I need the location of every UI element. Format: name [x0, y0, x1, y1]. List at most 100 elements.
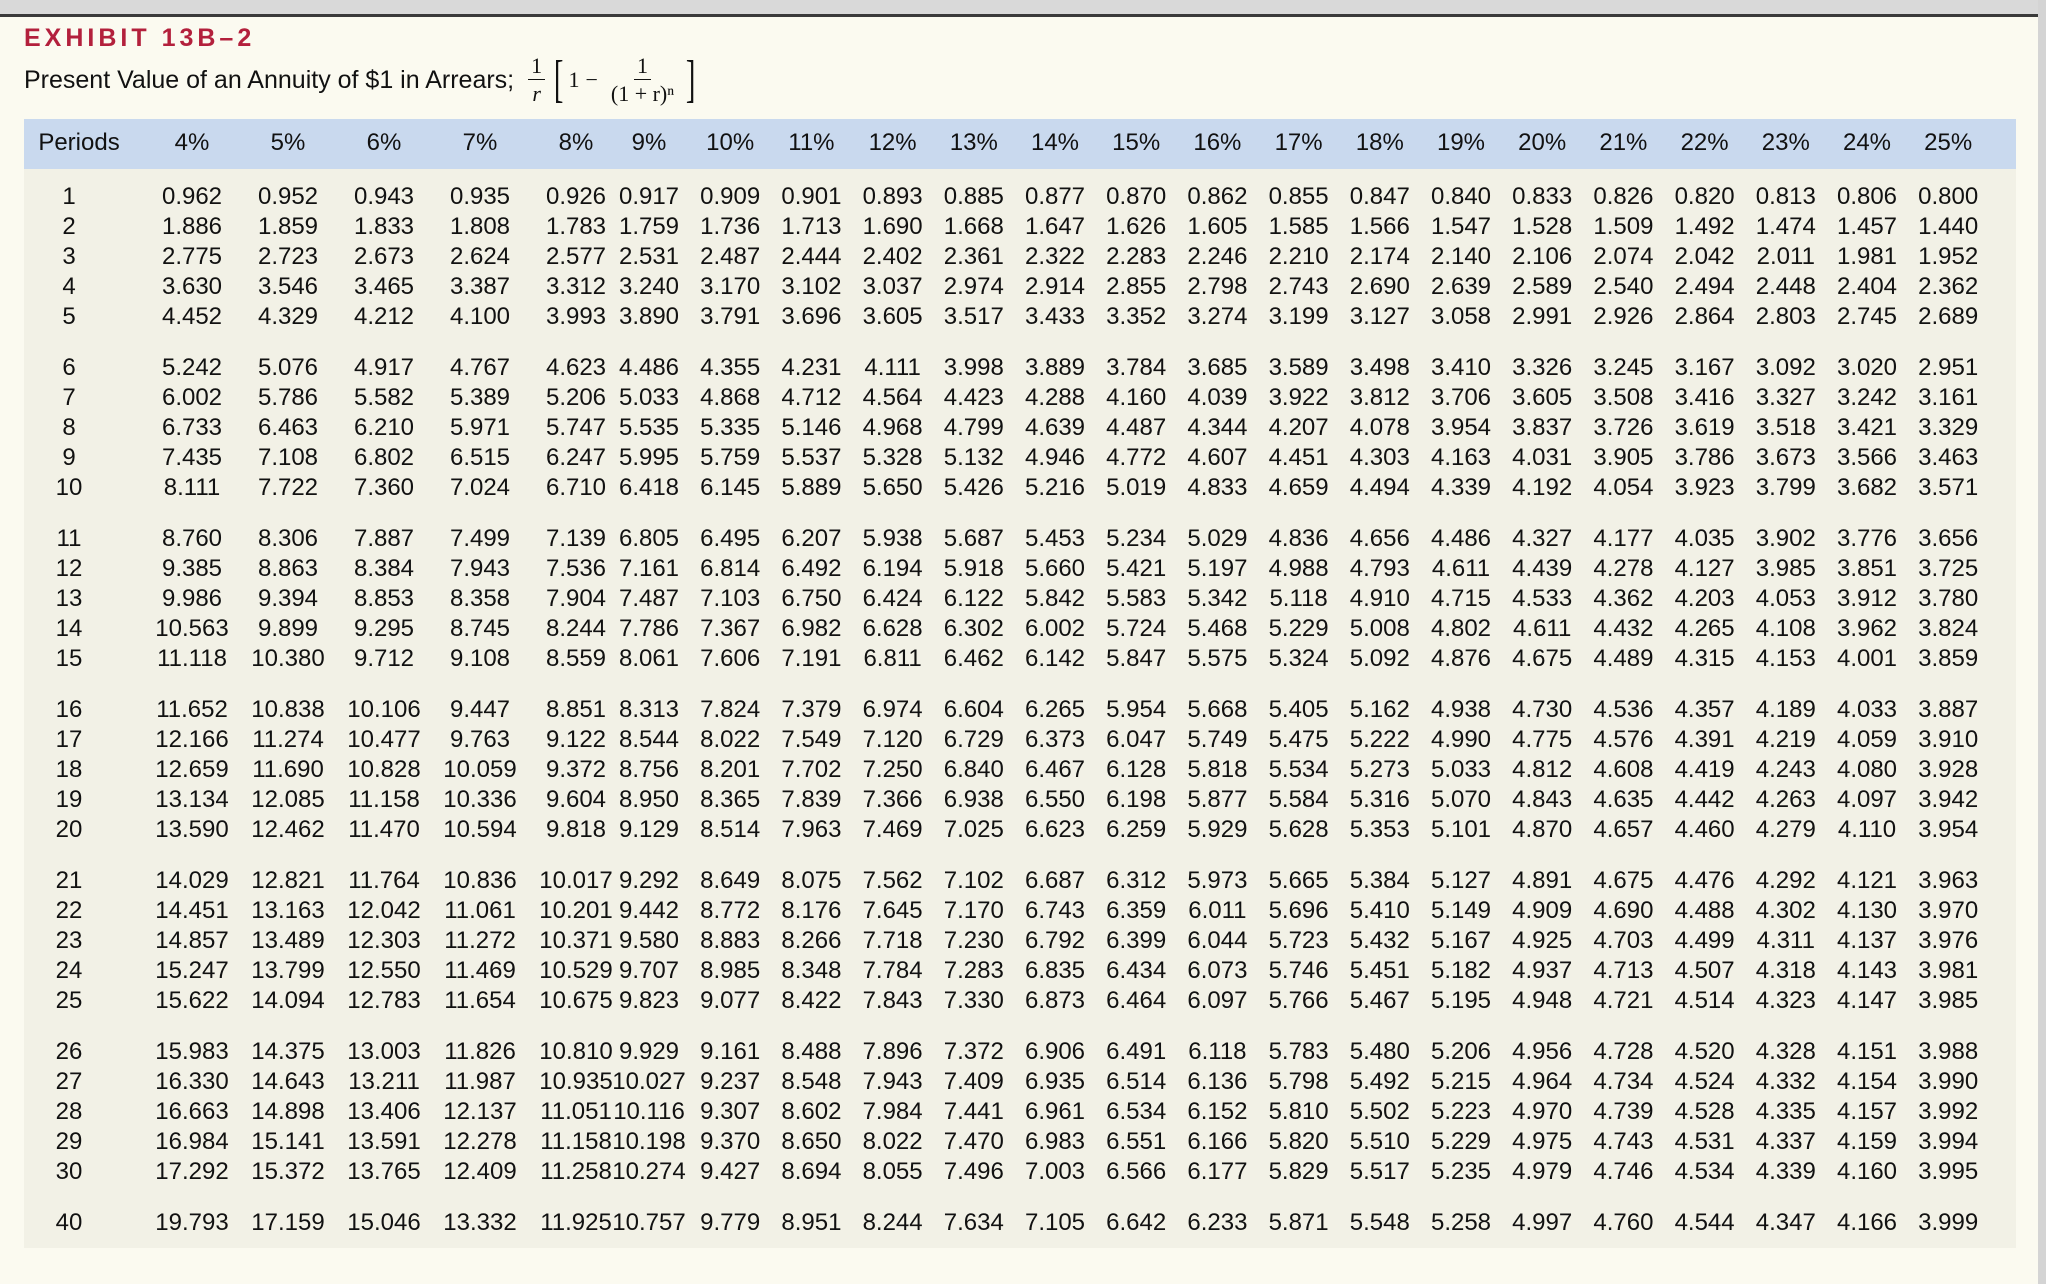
window-top-band — [0, 0, 2046, 17]
value-cell: 5.389 — [449, 384, 511, 411]
column-header-rate: 6% — [366, 129, 402, 156]
value-cell: 7.108 — [257, 444, 319, 471]
value-cell: 3.928 — [1918, 756, 1979, 783]
value-cell: 3.656 — [1918, 525, 1979, 552]
value-cell: 2.673 — [353, 243, 415, 270]
value-cell: 3.970 — [1918, 897, 1979, 924]
period-cell: 8 — [62, 414, 76, 441]
formula-fraction-discount: 1 (1 + r)ⁿ — [608, 55, 677, 105]
value-cell: 3.910 — [1918, 726, 1979, 753]
value-cell: 3.981 — [1918, 957, 1979, 984]
value-cell: 3.995 — [1918, 1158, 1979, 1185]
value-cell: 14.643 — [251, 1068, 325, 1095]
value-cell: 1.952 — [1918, 243, 1979, 270]
period-cell: 9 — [62, 444, 76, 471]
value-cell: 15.983 — [155, 1038, 229, 1065]
value-cell: 10.106 — [347, 696, 421, 723]
value-cell: 1.440 — [1918, 213, 1979, 240]
value-cell: 13.134 — [155, 786, 229, 813]
window-right-edge — [2038, 0, 2046, 1284]
value-cell: 9.712 — [353, 645, 415, 672]
value-cell: 8.111 — [163, 474, 221, 501]
value-cell: 10.380 — [251, 645, 325, 672]
column-header-rate: 4% — [174, 129, 210, 156]
period-cell: 23 — [55, 927, 83, 954]
value-cell: 7.943 — [449, 555, 511, 582]
value-cell: 12.550 — [347, 957, 421, 984]
period-cell: 3 — [62, 243, 76, 270]
column-header-periods: Periods — [38, 129, 120, 156]
value-cell: 7.887 — [353, 525, 415, 552]
value-cell: 0.935 — [449, 183, 511, 210]
value-cell: 12.085 — [251, 786, 325, 813]
value-cell: 10.563 — [155, 615, 229, 642]
period-cell: 1 — [62, 183, 76, 210]
period-cell: 6 — [62, 354, 76, 381]
period-cell: 27 — [55, 1068, 83, 1095]
value-cell: 14.898 — [251, 1098, 325, 1125]
value-cell: 13.765 — [347, 1158, 421, 1185]
value-cell: 8.853 — [353, 585, 415, 612]
value-cell: 10.336 — [443, 786, 517, 813]
value-cell: 10.836 — [443, 867, 517, 894]
period-cell: 25 — [55, 987, 83, 1014]
value-cell: 9.385 — [161, 555, 223, 582]
value-cell: 17.292 — [155, 1158, 229, 1185]
value-cell: 15.622 — [155, 987, 229, 1014]
formula-fraction-1-over-r: 1 r — [528, 55, 546, 105]
value-cell: 2.689 — [1918, 303, 1979, 330]
period-cell: 13 — [55, 585, 83, 612]
value-cell: 3.992 — [1918, 1098, 1979, 1125]
value-cell: 10.059 — [443, 756, 517, 783]
value-cell: 3.387 — [449, 273, 511, 300]
value-cell: 13.163 — [251, 897, 325, 924]
value-cell: 3.942 — [1918, 786, 1979, 813]
value-cell: 1.859 — [257, 213, 319, 240]
value-cell: 5.786 — [257, 384, 319, 411]
annuity-formula: 1 r [ 1 − 1 (1 + r)ⁿ ] — [524, 54, 700, 106]
value-cell: 1.808 — [449, 213, 511, 240]
value-cell: 9.899 — [257, 615, 319, 642]
value-cell: 3.976 — [1918, 927, 1979, 954]
value-cell: 12.166 — [155, 726, 229, 753]
period-cell: 12 — [55, 555, 83, 582]
value-cell: 9.394 — [257, 585, 319, 612]
value-cell: 14.857 — [155, 927, 229, 954]
value-cell: 3.988 — [1918, 1038, 1979, 1065]
value-cell: 11.826 — [444, 1038, 516, 1065]
formula-denominator: (1 + r)ⁿ — [610, 81, 675, 106]
value-cell: 11.118 — [157, 645, 227, 672]
period-cell: 22 — [55, 897, 83, 924]
period-cell: 15 — [55, 645, 83, 672]
value-cell: 13.799 — [251, 957, 325, 984]
value-cell: 4.100 — [449, 303, 511, 330]
period-cell: 40 — [55, 1209, 83, 1236]
value-cell: 8.306 — [257, 525, 319, 552]
period-cell: 18 — [55, 756, 83, 783]
formula-numerator: 1 — [528, 55, 546, 80]
value-cell: 10.838 — [251, 696, 325, 723]
value-cell: 2.951 — [1918, 354, 1979, 381]
value-cell: 3.999 — [1918, 1209, 1979, 1236]
value-cell: 11.470 — [348, 816, 420, 843]
value-cell: 11.654 — [444, 987, 516, 1014]
value-cell: 9.295 — [353, 615, 415, 642]
period-cell: 28 — [55, 1098, 83, 1125]
period-cell: 2 — [62, 213, 76, 240]
exhibit-label: EXHIBIT 13B–2 — [24, 24, 256, 52]
exhibit-title: Present Value of an Annuity of $1 in Arr… — [24, 50, 701, 110]
value-cell: 12.462 — [251, 816, 325, 843]
value-cell: 3.725 — [1918, 555, 1979, 582]
period-cell: 19 — [55, 786, 83, 813]
value-cell: 15.046 — [347, 1209, 421, 1236]
value-cell: 11.061 — [444, 897, 516, 924]
value-cell: 14.094 — [251, 987, 325, 1014]
formula-minus: − — [585, 67, 598, 92]
formula-left-bracket: [ — [554, 51, 564, 108]
annuity-table: Periods 4% 5% 6% 7% 8% 9% 10% 11% 12% 13% 14% 15% 16%… — [24, 119, 2016, 1248]
period-cell: 26 — [55, 1038, 83, 1065]
value-cell: 9.447 — [449, 696, 511, 723]
value-cell: 2.624 — [449, 243, 511, 270]
value-cell: 8.863 — [257, 555, 319, 582]
value-cell: 10.477 — [347, 726, 421, 753]
